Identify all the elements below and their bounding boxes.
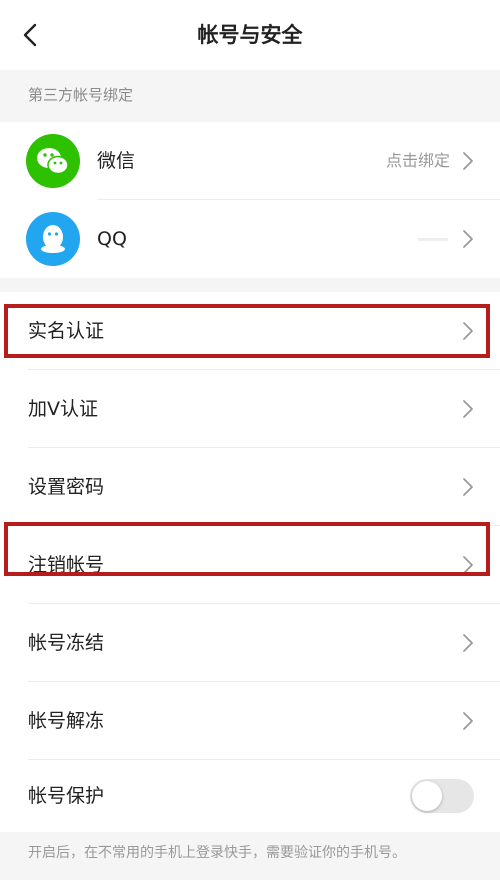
set-password-label: 设置密码 bbox=[28, 476, 105, 498]
third-party-card: 微信 点击绑定 QQ bbox=[0, 122, 500, 278]
v-verify-label: 加V认证 bbox=[28, 398, 98, 420]
real-name-label: 实名认证 bbox=[28, 320, 105, 342]
settings-card: 实名认证 加V认证 设置密码 注销帐号 帐号冻结 帐号解冻 帐号保护 bbox=[0, 292, 500, 832]
account-protect-toggle[interactable] bbox=[410, 779, 474, 813]
chevron-right-icon bbox=[462, 711, 474, 731]
wechat-icon bbox=[26, 134, 80, 188]
freeze-account-label: 帐号冻结 bbox=[28, 632, 105, 654]
unfreeze-account-label: 帐号解冻 bbox=[28, 710, 105, 732]
chevron-right-icon bbox=[462, 399, 474, 419]
qq-icon bbox=[26, 212, 80, 266]
chevron-right-icon bbox=[462, 633, 474, 653]
cancel-account-label: 注销帐号 bbox=[28, 554, 105, 576]
chevron-right-icon bbox=[462, 321, 474, 341]
row-freeze-account[interactable]: 帐号冻结 bbox=[0, 604, 500, 682]
account-protect-label: 帐号保护 bbox=[28, 785, 105, 807]
chevron-right-icon bbox=[462, 151, 474, 171]
qq-label: QQ bbox=[97, 228, 127, 250]
page-title: 帐号与安全 bbox=[197, 23, 303, 47]
toggle-knob bbox=[412, 781, 442, 811]
row-cancel-account[interactable]: 注销帐号 bbox=[0, 526, 500, 604]
chevron-right-icon bbox=[462, 477, 474, 497]
wechat-bind-action[interactable]: 点击绑定 bbox=[386, 122, 450, 200]
section-label-third-party: 第三方帐号绑定 bbox=[28, 86, 134, 104]
top-bar: 帐号与安全 bbox=[0, 0, 500, 70]
row-account-protection: 帐号保护 bbox=[0, 760, 500, 832]
wechat-label: 微信 bbox=[97, 150, 136, 172]
account-protect-note: 开启后，在不常用的手机上登录快手，需要验证你的手机号。 bbox=[28, 845, 406, 861]
chevron-right-icon bbox=[462, 229, 474, 249]
chevron-right-icon bbox=[462, 555, 474, 575]
row-v-verification[interactable]: 加V认证 bbox=[0, 370, 500, 448]
wechat-row[interactable]: 微信 点击绑定 bbox=[0, 122, 500, 200]
row-unfreeze-account[interactable]: 帐号解冻 bbox=[0, 682, 500, 760]
row-real-name-verification[interactable]: 实名认证 bbox=[0, 292, 500, 370]
qq-status-redacted bbox=[418, 238, 448, 241]
qq-row[interactable]: QQ bbox=[0, 200, 500, 278]
row-set-password[interactable]: 设置密码 bbox=[0, 448, 500, 526]
